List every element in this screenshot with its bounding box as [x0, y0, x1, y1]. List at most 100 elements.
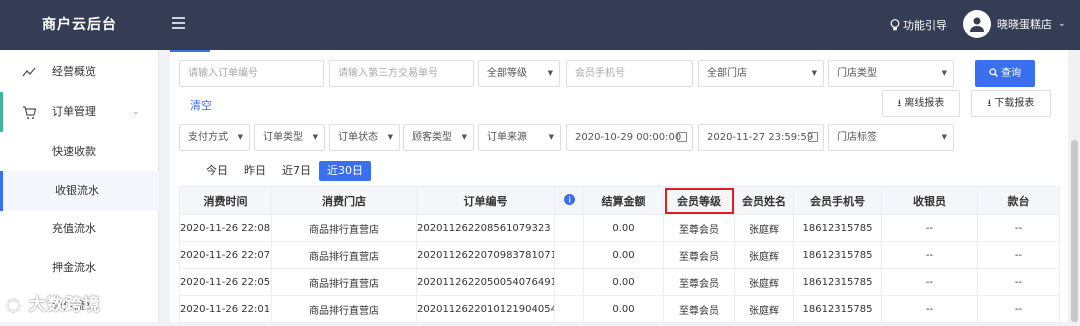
end-time-picker[interactable]: 2020-11-27 23:59:59 — [698, 124, 824, 151]
tab-indicator — [170, 50, 210, 52]
table-cell: 2020112622050054076491 — [416, 268, 555, 296]
table-cell: 张庭辉 — [734, 214, 794, 242]
sidebar-item-cashier-flow[interactable]: 收银流水 — [0, 171, 159, 211]
order-no-input[interactable]: 请输入订单编号 — [179, 60, 324, 87]
col-header-member-level: 会员等级 — [663, 186, 735, 215]
lightbulb-icon — [890, 19, 900, 31]
table-cell: 2020-11-26 22:05:00 — [179, 268, 272, 296]
query-button[interactable]: 查询 — [975, 60, 1035, 87]
sidebar-item-orders[interactable]: 订单管理 ⌄ — [0, 92, 159, 132]
table-cell: -- — [881, 295, 978, 323]
table-cell: 张庭辉 — [734, 268, 794, 296]
caret-down-icon: ▼ — [547, 69, 553, 77]
pay-method-select[interactable]: 支付方式 ▼ — [179, 124, 250, 151]
table-cell: 18612315785 — [793, 295, 882, 323]
table-cell: -- — [977, 241, 1060, 269]
level-select[interactable]: 全部等级 ▼ — [478, 60, 560, 87]
caret-down-icon: ▼ — [811, 69, 817, 77]
table-cell: 至尊会员 — [663, 295, 735, 323]
sidebar-item-label: 快速收款 — [52, 145, 96, 158]
end-time-value: 2020-11-27 23:59:59 — [707, 132, 814, 143]
table-cell: 202011262208561079323 1 — [416, 214, 555, 242]
order-source-select[interactable]: 订单来源 ▼ — [478, 124, 561, 151]
table-row[interactable]: 2020-11-26 22:08:56商品排行直营店20201126220856… — [179, 214, 1060, 242]
table-cell: 商品排行直营店 — [271, 268, 417, 296]
col-header: 会员姓名 — [734, 186, 794, 215]
download-icon: ⭳ — [987, 98, 992, 109]
table-cell: 2020112622070983781071 — [416, 241, 555, 269]
sidebar-item-deposit-flow[interactable]: 押金流水 — [0, 248, 159, 288]
table-cell: 2020112622010121904054 — [416, 295, 555, 323]
table-cell: -- — [977, 268, 1060, 296]
sidebar-item-label: 押金流水 — [52, 261, 96, 274]
customer-type-select[interactable]: 顾客类型 ▼ — [403, 124, 474, 151]
calendar-icon — [808, 132, 818, 142]
third-party-no-input[interactable]: 请输入第三方交易单号 — [329, 60, 474, 87]
sidebar-item-recharge-flow[interactable]: 充值流水 — [0, 209, 159, 249]
table-cell: 18612315785 — [793, 214, 882, 242]
col-header: 收银员 — [881, 186, 978, 215]
watermark-logo-icon: ◌ — [6, 295, 22, 315]
info-icon[interactable] — [563, 193, 575, 205]
col-header: 结算金额 — [583, 186, 664, 215]
menu-toggle-icon[interactable] — [172, 17, 185, 29]
scrollbar-thumb[interactable] — [1071, 140, 1078, 322]
table-cell: 商品排行直营店 — [271, 241, 417, 269]
cashier-flow-table: 消费时间 消费门店 订单编号 结算金额 会员等级 会员姓名 会员手机号 收银员 … — [179, 186, 1060, 323]
table-row[interactable]: 2020-11-26 22:07:10商品排行直营店20201126220709… — [179, 241, 1060, 269]
table-cell: -- — [977, 214, 1060, 242]
caret-down-icon: ▼ — [461, 133, 467, 141]
range-yesterday[interactable]: 昨日 — [236, 161, 274, 181]
download-report-button[interactable]: ⭳ 下载报表 — [971, 90, 1051, 117]
table-cell: 至尊会员 — [663, 241, 735, 269]
table-row[interactable]: 2020-11-26 22:01:01商品排行直营店20201126220101… — [179, 295, 1060, 323]
help-guide-link[interactable]: 功能引导 — [890, 17, 947, 33]
user-name: 晓晓蛋糕店 — [997, 18, 1052, 31]
table-cell: 0.00 — [583, 241, 664, 269]
order-status-value: 订单状态 — [338, 132, 378, 143]
watermark-text: 大数跨境 — [28, 295, 101, 315]
caret-down-icon: ▼ — [941, 133, 947, 141]
pay-method-value: 支付方式 — [188, 132, 228, 143]
store-tag-select[interactable]: 门店标签 ▼ — [828, 124, 954, 151]
offline-report-button[interactable]: ⭳ 离线报表 — [882, 90, 960, 117]
col-header-info[interactable] — [554, 186, 584, 215]
table-cell: 张庭辉 — [734, 241, 794, 269]
order-type-select[interactable]: 订单类型 ▼ — [254, 124, 325, 151]
col-header: 会员手机号 — [793, 186, 882, 215]
table-cell: 商品排行直营店 — [271, 295, 417, 323]
range-7days[interactable]: 近7日 — [274, 161, 319, 181]
table-cell — [554, 295, 584, 323]
phone-input[interactable]: 会员手机号 — [566, 60, 693, 87]
clear-link[interactable]: 清空 — [190, 97, 212, 113]
col-header: 订单编号 — [416, 186, 555, 215]
table-cell: 18612315785 — [793, 268, 882, 296]
table-cell — [554, 214, 584, 242]
sidebar-item-quick-pay[interactable]: 快速收款 — [0, 132, 159, 172]
store-select[interactable]: 全部门店 ▼ — [698, 60, 824, 87]
order-status-select[interactable]: 订单状态 ▼ — [329, 124, 400, 151]
table-cell: 2020-11-26 22:07:10 — [179, 241, 272, 269]
table-cell: 0.00 — [583, 295, 664, 323]
brand-title: 商户云后台 — [42, 17, 117, 33]
range-today[interactable]: 今日 — [198, 161, 236, 181]
chevron-down-icon: ⌄ — [132, 107, 140, 117]
date-range-tabs: 今日 昨日 近7日 近30日 — [198, 161, 371, 181]
store-select-value: 全部门店 — [707, 68, 747, 79]
sidebar-item-label: 经营概览 — [52, 65, 96, 78]
sidebar-item-label: 订单管理 — [52, 105, 96, 118]
user-menu[interactable]: 晓晓蛋糕店 ⌄ — [963, 10, 1066, 38]
help-guide-label: 功能引导 — [903, 19, 947, 32]
caret-down-icon: ▼ — [312, 133, 318, 141]
range-30days[interactable]: 近30日 — [319, 161, 371, 181]
start-time-picker[interactable]: 2020-10-29 00:00:00 — [566, 124, 693, 151]
sidebar-item-label: 收银流水 — [55, 184, 99, 197]
store-type-select[interactable]: 门店类型 ▼ — [828, 60, 954, 87]
customer-type-value: 顾客类型 — [412, 132, 452, 143]
sidebar: 经营概览 订单管理 ⌄ 快速收款 收银流水 充值流水 押金流水 积分流水 — [0, 50, 159, 322]
table-row[interactable]: 2020-11-26 22:05:00商品排行直营店20201126220500… — [179, 268, 1060, 296]
level-select-value: 全部等级 — [487, 68, 527, 79]
sidebar-item-overview[interactable]: 经营概览 — [0, 52, 159, 92]
table-cell: 0.00 — [583, 214, 664, 242]
table-cell: -- — [881, 241, 978, 269]
